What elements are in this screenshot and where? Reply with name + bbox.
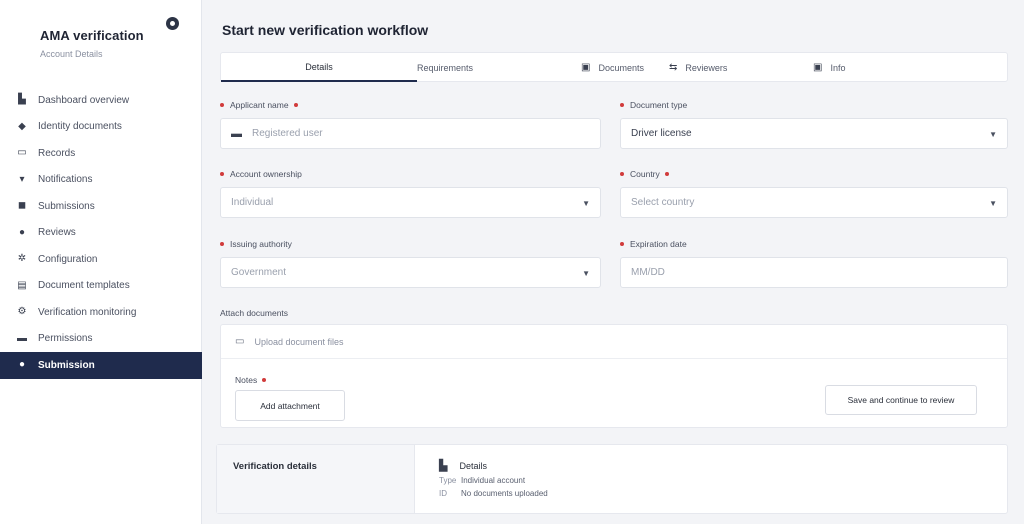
issuing-authority-label: Issuing authority (220, 239, 292, 249)
tab-label: Info (830, 62, 846, 73)
required-dot (220, 172, 224, 176)
tab-details[interactable]: Details (221, 53, 417, 82)
sidebar-nav: ▙ Dashboard overview ◆ Identity documents ▭ R… (0, 87, 202, 379)
sidebar-item-identity-documents[interactable]: ◆ Identity documents (0, 114, 202, 141)
tab-label: Reviewers (685, 62, 728, 73)
summary-content: ▙ Details Type Individual account ID No … (439, 459, 548, 498)
tab-requirements[interactable]: Requirements (417, 53, 537, 82)
required-dot (620, 103, 624, 107)
attachments-label: Attach documents (220, 308, 289, 318)
required-dot (220, 242, 224, 246)
document-icon: ▙ (439, 460, 448, 472)
applicant-name-input[interactable]: ▬ Registered user (220, 118, 601, 149)
sidebar-item-label: Submission (38, 359, 95, 371)
dashboard-icon: ▙ (18, 94, 26, 106)
chevron-down-icon: ▼ (582, 199, 590, 208)
issuing-authority-select[interactable]: Government ▼ (220, 257, 601, 288)
bell-icon: ▾ (19, 173, 25, 185)
summary-header: Verification details (217, 445, 415, 513)
arrow-icon: ⇆ (669, 62, 678, 73)
review-icon: ● (18, 226, 26, 238)
document-type-label: Document type (620, 100, 687, 110)
attachments-panel: ▭ Upload document files Notes Add attach… (220, 324, 1008, 428)
sidebar-item-label: Notifications (38, 174, 93, 186)
summary-panel: Verification details ▙ Details Type Indi… (216, 444, 1008, 514)
sidebar-item-dashboard-overview[interactable]: ▙ Dashboard overview (0, 87, 202, 114)
brand-subtitle: Account Details (40, 49, 103, 59)
brand-title: AMA verification (40, 28, 144, 43)
save-continue-button[interactable]: Save and continue to review (825, 385, 977, 415)
tab-documents[interactable]: ▣ Documents (581, 53, 644, 82)
summary-heading: ▙ Details (439, 460, 487, 472)
country-select[interactable]: Select country ▼ (620, 187, 1008, 218)
info-icon: ▣ (813, 62, 823, 73)
chevron-down-icon: ▼ (582, 269, 590, 278)
sidebar-item-document-templates[interactable]: ▤ Document templates (0, 273, 202, 300)
chevron-down-icon: ▼ (989, 130, 997, 139)
summary-line: ID No documents uploaded (439, 489, 548, 498)
required-dot (220, 103, 224, 107)
applicant-name-label: Applicant name (220, 100, 298, 110)
sidebar-item-configuration[interactable]: ✲ Configuration (0, 246, 202, 273)
required-dot (293, 103, 298, 107)
id-card-icon: ▬ (231, 127, 242, 140)
sidebar-item-label: Identity documents (38, 121, 122, 133)
summary-line: Type Individual account (439, 476, 526, 485)
sidebar-item-permissions[interactable]: ▬ Permissions (0, 326, 202, 353)
sidebar-item-submissions[interactable]: ◼ Submissions (0, 193, 202, 220)
sidebar-item-reviews[interactable]: ● Reviews (0, 220, 202, 247)
upload-dropzone[interactable]: ▭ Upload document files (221, 325, 1007, 359)
main-content: Start new verification workflow Details … (202, 0, 1024, 524)
add-attachment-button[interactable]: Add attachment (235, 390, 345, 421)
gear-icon: ✲ (17, 253, 27, 265)
sidebar-item-label: Dashboard overview (38, 94, 130, 106)
stack-icon: ◼ (17, 200, 27, 212)
chevron-down-icon: ▼ (989, 199, 997, 208)
template-icon: ▤ (17, 279, 27, 291)
sidebar-item-label: Reviews (38, 227, 76, 239)
sidebar-item-label: Permissions (38, 333, 93, 345)
sidebar: AMA verification Account Details ▙ Dashbo… (0, 0, 202, 524)
sidebar-item-label: Configuration (38, 253, 98, 265)
tab-label: Documents (598, 62, 644, 73)
permissions-icon: ▬ (17, 332, 27, 344)
required-dot (620, 242, 624, 246)
sidebar-item-verification-monitoring[interactable]: ⚙ Verification monitoring (0, 299, 202, 326)
identity-icon: ◆ (18, 120, 26, 132)
tab-reviewers[interactable]: ⇆ Reviewers (669, 53, 727, 82)
account-menu-icon[interactable] (166, 17, 179, 30)
sidebar-item-label: Verification monitoring (38, 306, 137, 318)
document-type-select[interactable]: Driver license ▼ (620, 118, 1008, 149)
upload-icon: ▭ (235, 336, 245, 347)
submission-icon: ● (18, 359, 26, 371)
required-dot (664, 172, 669, 176)
sidebar-item-label: Records (38, 147, 76, 159)
account-ownership-select[interactable]: Individual ▼ (220, 187, 601, 218)
expiration-date-input[interactable]: MM/DD (620, 257, 1008, 288)
sidebar-item-label: Submissions (38, 200, 95, 212)
required-dot (620, 172, 624, 176)
notes-label: Notes (235, 375, 267, 385)
required-dot (262, 378, 267, 382)
country-label: Country (620, 169, 669, 179)
tab-label: Details (305, 61, 333, 72)
account-ownership-label: Account ownership (220, 169, 302, 179)
sidebar-item-label: Document templates (38, 280, 130, 292)
tab-bar: Details Requirements ▣ Documents ⇆ Revie… (220, 52, 1008, 82)
sidebar-item-submission[interactable]: ● Submission (0, 352, 202, 379)
page-title: Start new verification workflow (222, 22, 429, 38)
summary-title: Verification details (233, 461, 317, 472)
records-icon: ▭ (17, 147, 27, 159)
calendar-icon: ▣ (581, 62, 591, 73)
tab-info[interactable]: ▣ Info (813, 53, 845, 82)
tab-label: Requirements (417, 62, 474, 73)
sidebar-item-notifications[interactable]: ▾ Notifications (0, 167, 202, 194)
brand: AMA verification Account Details (40, 28, 144, 59)
sidebar-item-records[interactable]: ▭ Records (0, 140, 202, 167)
expiration-date-label: Expiration date (620, 239, 687, 249)
monitor-icon: ⚙ (17, 306, 27, 318)
